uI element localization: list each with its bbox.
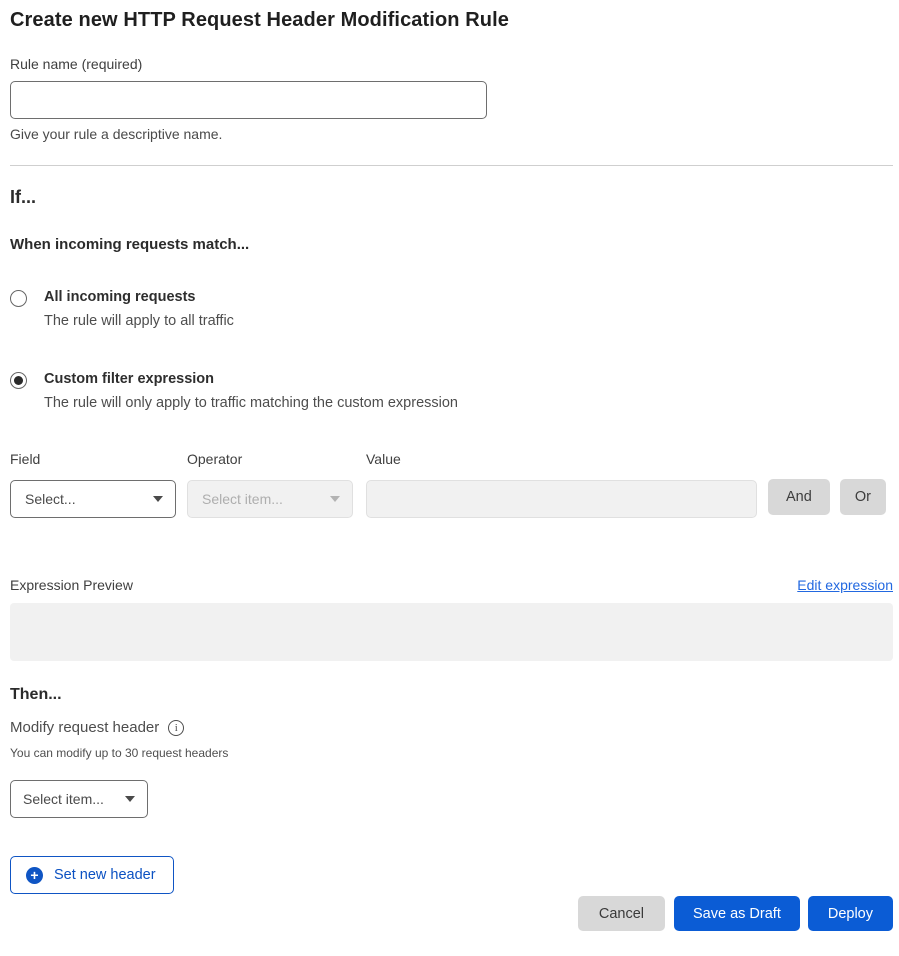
chevron-down-icon — [125, 796, 135, 802]
header-select-wrapper: Select item... — [10, 780, 148, 818]
radio-texts: Custom filter expression The rule will o… — [44, 371, 458, 411]
radio-option-label: All incoming requests — [44, 289, 234, 305]
match-subheading: When incoming requests match... — [10, 236, 893, 253]
field-select-value: Select... — [25, 491, 76, 507]
radio-all-incoming[interactable] — [10, 290, 27, 307]
expression-preview-label: Expression Preview — [10, 577, 133, 593]
set-new-header-label: Set new header — [54, 867, 156, 883]
rule-name-group: Rule name (required) Give your rule a de… — [10, 56, 893, 142]
rule-name-label: Rule name (required) — [10, 56, 893, 72]
if-heading: If... — [10, 187, 893, 208]
rule-name-input[interactable] — [10, 81, 487, 119]
radio-texts: All incoming requests The rule will appl… — [44, 289, 234, 329]
expression-preview-header: Expression Preview Edit expression — [10, 577, 893, 593]
field-select[interactable]: Select... — [10, 480, 176, 518]
info-icon[interactable]: i — [168, 720, 184, 736]
edit-expression-link[interactable]: Edit expression — [797, 577, 893, 593]
header-action-select-value: Select item... — [23, 791, 104, 807]
header-action-select[interactable]: Select item... — [10, 780, 148, 818]
expression-preview-box — [10, 603, 893, 661]
value-column: Value — [366, 451, 757, 518]
chevron-down-icon — [153, 496, 163, 502]
chevron-down-icon — [330, 496, 340, 502]
value-label: Value — [366, 451, 757, 467]
operator-label: Operator — [187, 451, 353, 467]
radio-custom-filter[interactable] — [10, 372, 27, 389]
operator-column: Operator Select item... — [187, 451, 353, 518]
plus-icon: + — [26, 867, 43, 884]
or-button[interactable]: Or — [840, 479, 886, 515]
operator-select[interactable]: Select item... — [187, 480, 353, 518]
cancel-button[interactable]: Cancel — [578, 896, 665, 931]
modify-header-row: Modify request header i — [10, 719, 893, 736]
then-heading: Then... — [10, 686, 893, 704]
set-new-header-button[interactable]: + Set new header — [10, 856, 174, 894]
expression-builder-row: Field Select... Operator Select item... … — [10, 451, 893, 518]
create-rule-page: Create new HTTP Request Header Modificat… — [0, 0, 899, 931]
save-draft-button[interactable]: Save as Draft — [674, 896, 800, 931]
radio-option-label: Custom filter expression — [44, 371, 458, 387]
operator-select-value: Select item... — [202, 491, 283, 507]
modify-header-helper: You can modify up to 30 request headers — [10, 746, 893, 760]
and-button[interactable]: And — [768, 479, 830, 515]
deploy-button[interactable]: Deploy — [808, 896, 893, 931]
section-divider — [10, 165, 893, 166]
value-input[interactable] — [366, 480, 757, 518]
modify-header-label: Modify request header — [10, 719, 159, 736]
radio-option-description: The rule will only apply to traffic matc… — [44, 395, 458, 411]
radio-option-all-incoming[interactable]: All incoming requests The rule will appl… — [10, 289, 893, 329]
radio-option-custom-filter[interactable]: Custom filter expression The rule will o… — [10, 371, 893, 411]
field-label: Field — [10, 451, 176, 467]
page-title: Create new HTTP Request Header Modificat… — [10, 9, 893, 32]
rule-name-helper: Give your rule a descriptive name. — [10, 126, 893, 142]
field-column: Field Select... — [10, 451, 176, 518]
footer-actions: Cancel Save as Draft Deploy — [10, 896, 893, 931]
radio-option-description: The rule will apply to all traffic — [44, 313, 234, 329]
